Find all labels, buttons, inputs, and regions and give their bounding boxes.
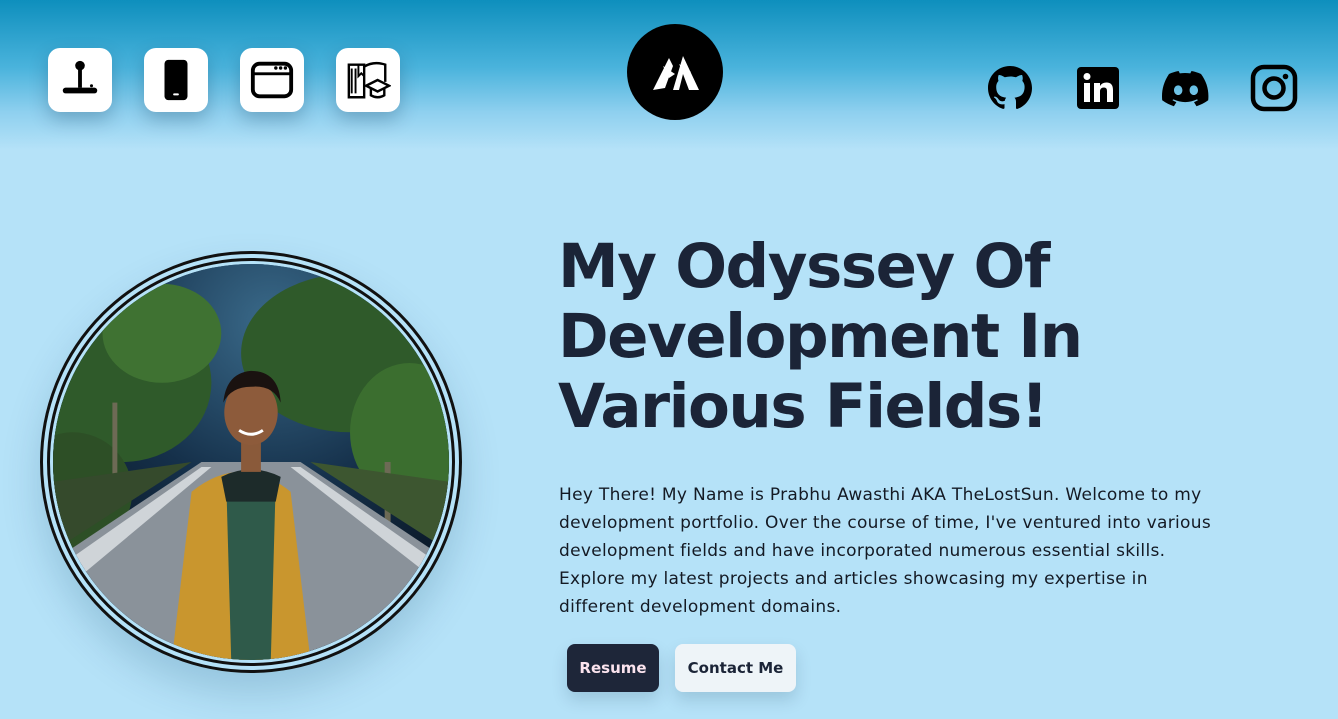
discord-icon — [1162, 71, 1209, 107]
thelostsun-logo-icon — [653, 56, 699, 90]
book-graduation-icon — [347, 61, 391, 99]
joystick-icon — [62, 60, 98, 94]
profile-photo-frame — [40, 251, 462, 673]
linkedin-icon — [1077, 67, 1119, 109]
hero-actions: Resume Contact Me — [567, 644, 796, 692]
hero-title-line-3: Various Fields! — [558, 371, 1049, 442]
app-dev-button[interactable] — [144, 48, 208, 112]
github-icon — [988, 66, 1032, 109]
resume-button[interactable]: Resume — [567, 644, 659, 692]
hero-intro: Hey There! My Name is Prabhu Awasthi AKA… — [559, 481, 1319, 621]
intro-line-2: development portfolio. Over the course o… — [559, 513, 1211, 533]
hero-title-line-2: Development In — [558, 301, 1083, 372]
profile-photo — [53, 264, 449, 660]
instagram-link[interactable] — [1250, 64, 1298, 112]
game-dev-button[interactable] — [48, 48, 112, 112]
instagram-icon — [1250, 64, 1298, 112]
articles-button[interactable] — [336, 48, 400, 112]
site-logo[interactable] — [627, 24, 723, 120]
linkedin-link[interactable] — [1074, 64, 1122, 112]
github-link[interactable] — [986, 64, 1034, 112]
mobile-icon — [164, 59, 188, 101]
contact-me-button[interactable]: Contact Me — [675, 644, 796, 692]
web-dev-button[interactable] — [240, 48, 304, 112]
intro-line-1: Hey There! My Name is Prabhu Awasthi AKA… — [559, 485, 1202, 505]
intro-line-4: Explore my latest projects and articles … — [559, 569, 1148, 589]
social-links — [986, 64, 1298, 112]
browser-window-icon — [250, 61, 294, 99]
discord-link[interactable] — [1162, 64, 1210, 112]
hero-title-line-1: My Odyssey Of — [558, 231, 1050, 302]
category-nav — [48, 48, 400, 112]
intro-line-3: development fields and have incorporated… — [559, 541, 1166, 561]
hero-title: My Odyssey Of Development In Various Fie… — [558, 232, 1198, 442]
intro-line-5: different development domains. — [559, 597, 842, 617]
